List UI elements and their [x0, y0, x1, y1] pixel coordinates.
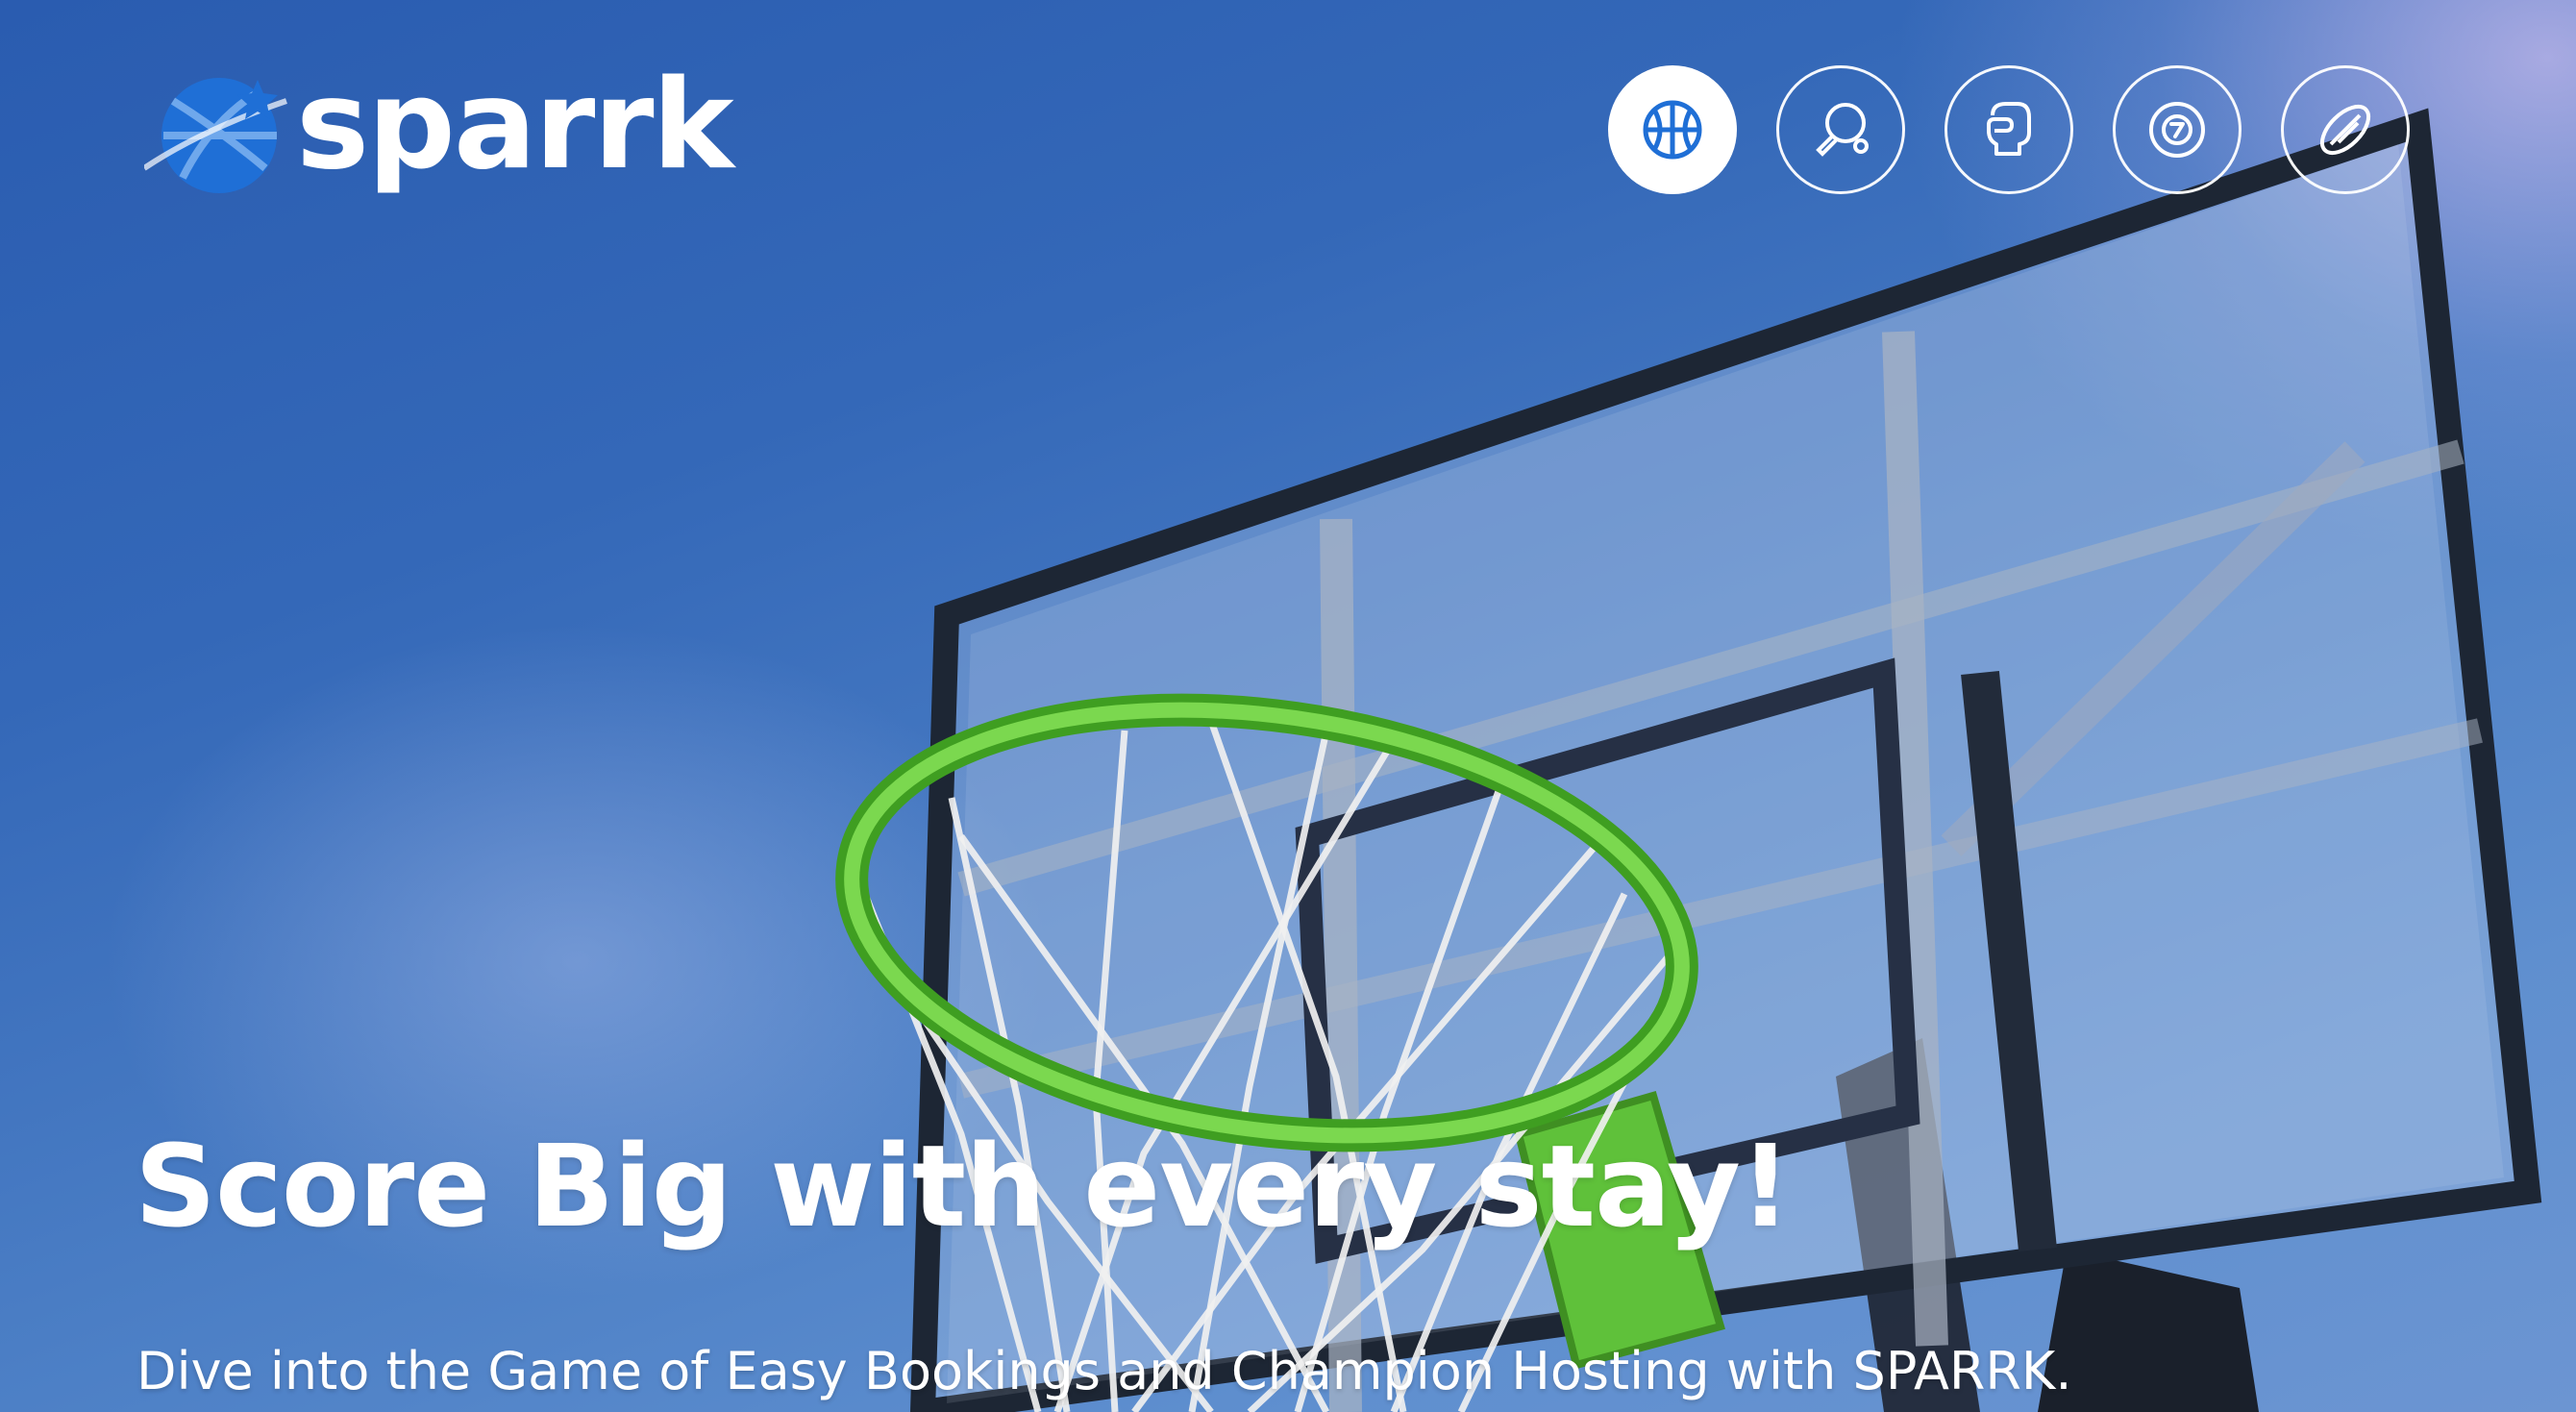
sport-basketball-button[interactable]	[1608, 65, 1737, 194]
sport-table-tennis-button[interactable]	[1776, 65, 1905, 194]
sport-rugby-button[interactable]	[2281, 65, 2410, 194]
billiard-ball-icon	[2149, 102, 2205, 158]
sport-billiards-button[interactable]	[2113, 65, 2242, 194]
table-tennis-icon	[1816, 103, 1869, 157]
hero-subheadline: Dive into the Game of Easy Bookings and …	[136, 1341, 2072, 1401]
hero-section: sparrk Score Big with every stay! Dive i…	[0, 0, 2576, 1412]
sport-boxing-button[interactable]	[1944, 65, 2073, 194]
rugby-ball-icon	[2319, 104, 2371, 156]
sport-category-nav	[1608, 65, 2410, 194]
brand-logo[interactable]: sparrk	[144, 54, 734, 207]
hero-headline: Score Big with every stay!	[135, 1120, 1792, 1252]
basketball-icon	[1643, 100, 1702, 160]
basketball-swoosh-logo-icon	[144, 78, 287, 193]
boxing-glove-icon	[1987, 102, 2031, 156]
brand-name: sparrk	[296, 54, 734, 197]
